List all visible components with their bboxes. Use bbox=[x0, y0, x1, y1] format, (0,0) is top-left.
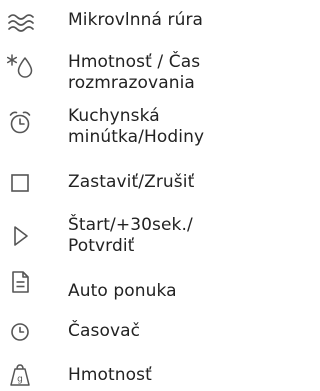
kitchen-timer-clock-icon bbox=[6, 109, 34, 137]
microwave-waves-icon bbox=[6, 9, 34, 37]
legend-label-auto-menu: Auto ponuka bbox=[68, 281, 177, 301]
legend-label-kitchen-timer: Kuchynská minútka/Hodiny bbox=[68, 106, 205, 147]
start-play-icon bbox=[6, 222, 34, 250]
legend-label-start: Štart/+30sek./ Potvrdiť bbox=[68, 215, 193, 256]
timer-clock-icon bbox=[6, 318, 34, 346]
svg-text:g: g bbox=[17, 375, 23, 385]
legend-label-timer: Časovač bbox=[68, 321, 141, 341]
legend-label-defrost: Hmotnosť / Čas rozmrazovania bbox=[68, 52, 201, 93]
legend-label-microwave: Mikrovlnná rúra bbox=[68, 10, 204, 30]
auto-menu-document-icon bbox=[6, 268, 34, 296]
weight-scale-icon: g bbox=[6, 360, 34, 388]
stop-square-icon bbox=[6, 169, 34, 197]
defrost-drop-icon bbox=[6, 52, 34, 80]
legend-label-stop: Zastaviť/Zrušiť bbox=[68, 172, 195, 192]
legend-label-weight: Hmotnosť bbox=[68, 365, 152, 385]
